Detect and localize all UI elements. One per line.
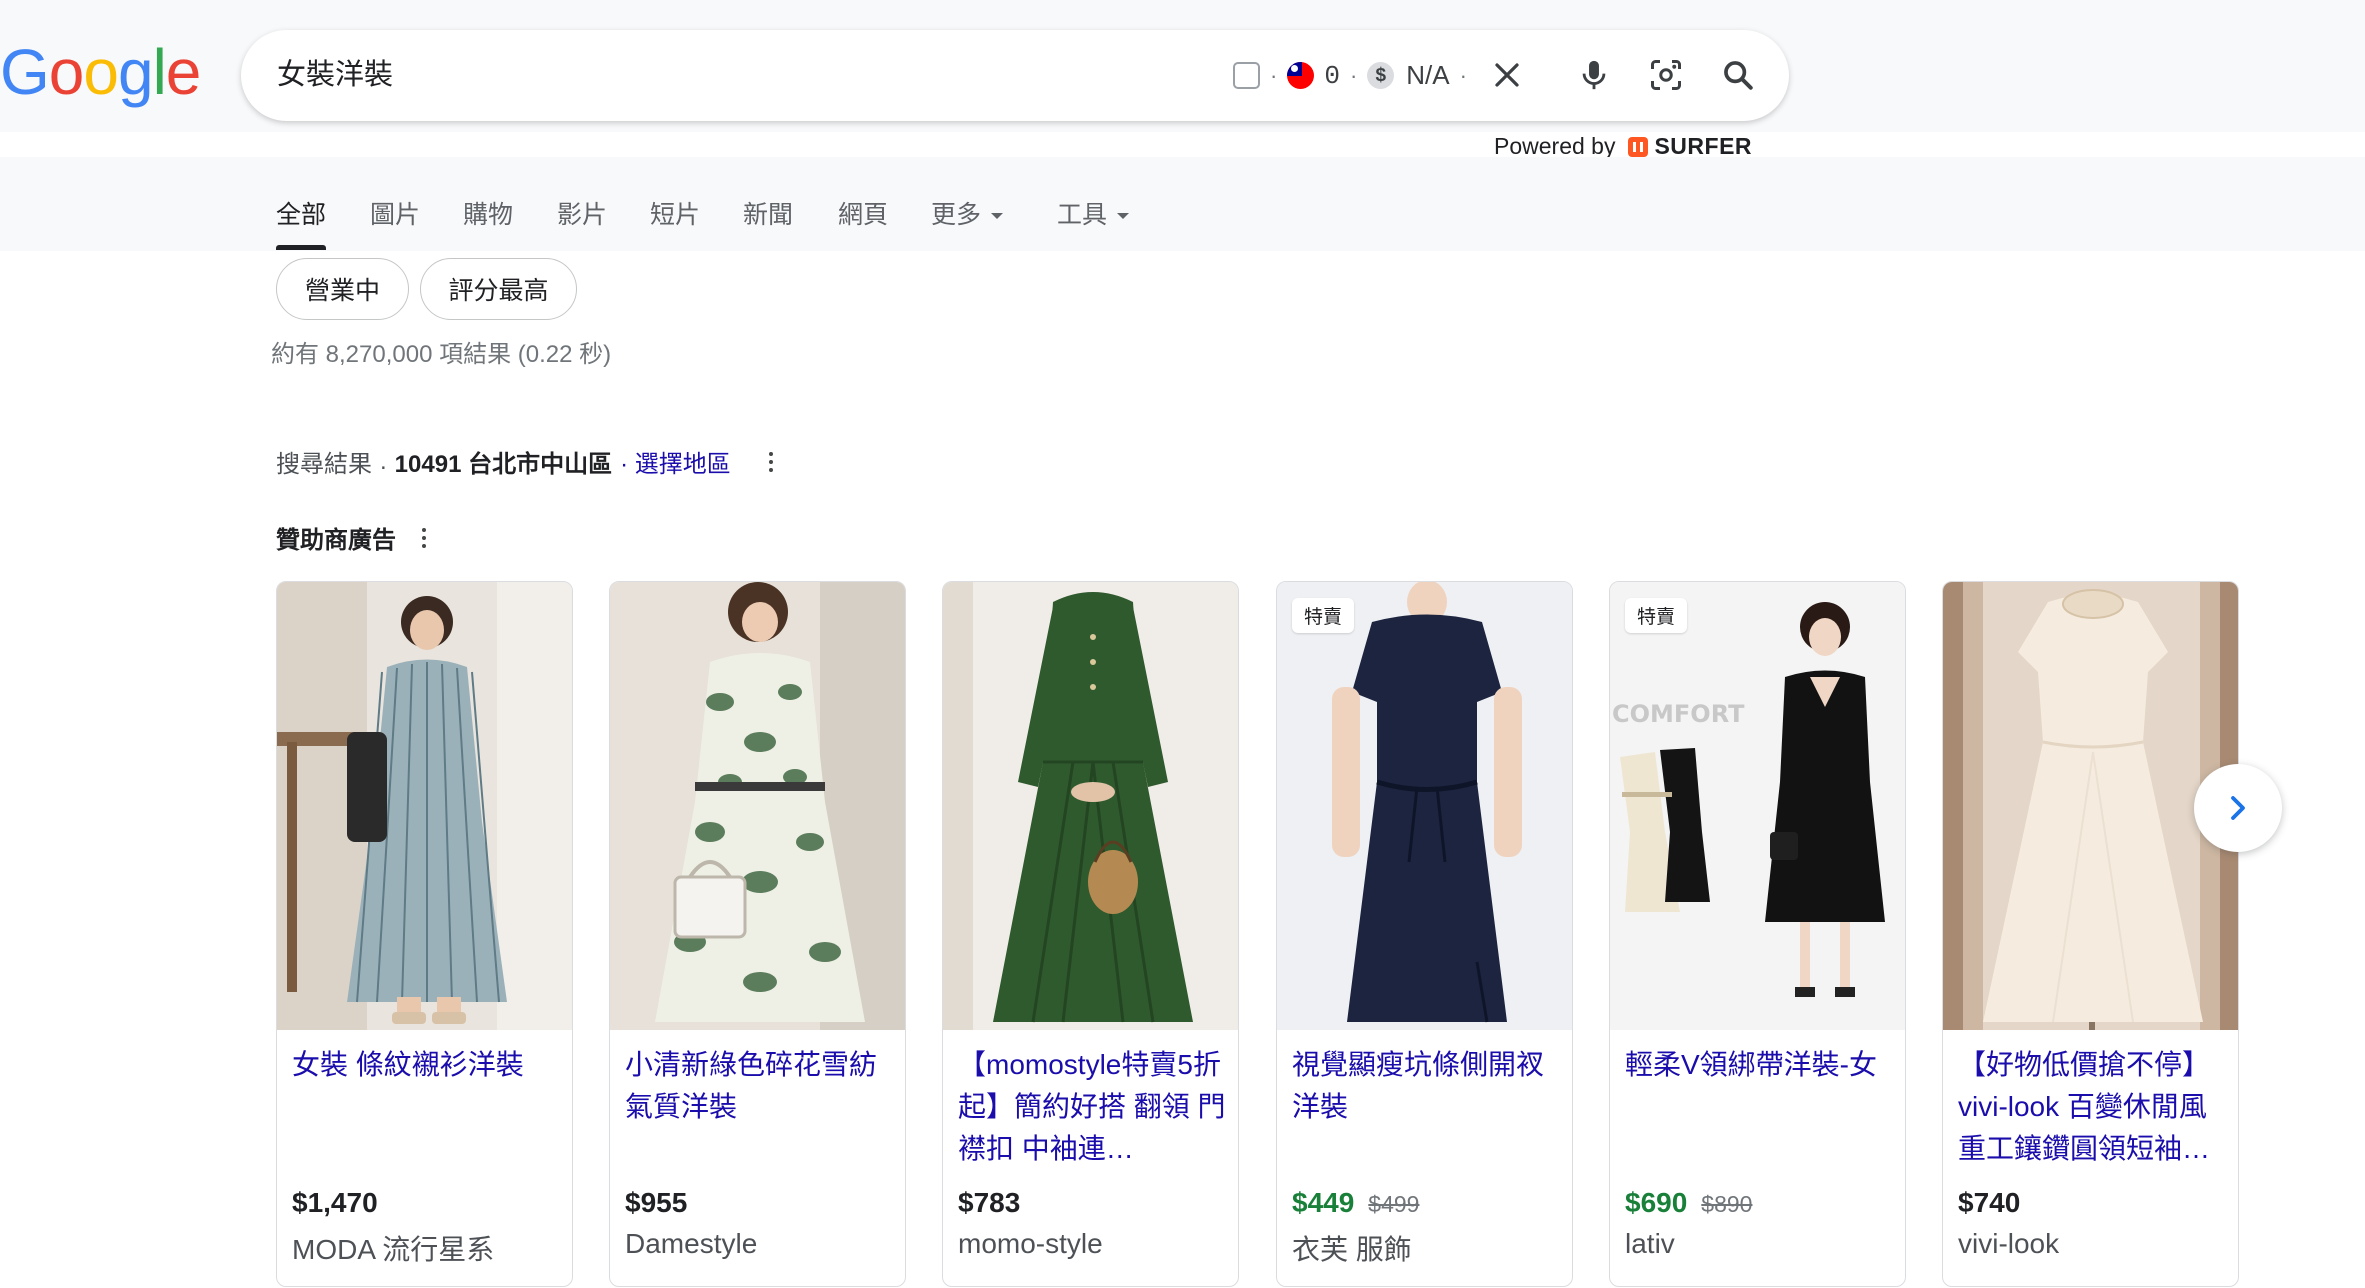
- extension-value: N/A: [1406, 60, 1450, 90]
- extension-checkbox[interactable]: [1233, 62, 1260, 89]
- extension-count: 0: [1324, 60, 1340, 91]
- camera-lens-icon: [1651, 60, 1681, 90]
- powered-by-label: Powered by: [1494, 133, 1616, 159]
- location-separator: .: [380, 447, 387, 475]
- tab-short-videos[interactable]: 短片: [650, 195, 700, 231]
- product-original-price: $890: [1701, 1191, 1753, 1217]
- carousel-next-button[interactable]: [2194, 764, 2282, 852]
- taiwan-flag-icon: [1287, 62, 1315, 89]
- product-card[interactable]: 【好物低價搶不停】vivi-look 百變休閒風 重工鑲鑽圓領短袖… $740 …: [1942, 581, 2239, 1287]
- product-card[interactable]: 小清新綠色碎花雪紡氣質洋裝 $955 Damestyle: [609, 581, 906, 1287]
- product-title[interactable]: 【好物低價搶不停】vivi-look 百變休閒風 重工鑲鑽圓領短袖…: [1958, 1044, 2228, 1170]
- product-price: $955: [625, 1187, 688, 1218]
- product-store: Damestyle: [625, 1228, 758, 1259]
- product-price: $690: [1625, 1187, 1688, 1218]
- product-image[interactable]: [277, 582, 572, 1030]
- product-card[interactable]: 女裝 條紋襯衫洋裝 $1,470 MODA 流行星系: [276, 581, 573, 1287]
- search-button[interactable]: [1715, 52, 1761, 98]
- product-title[interactable]: 女裝 條紋襯衫洋裝: [292, 1044, 562, 1086]
- location-prefix: 搜尋結果: [276, 451, 372, 478]
- tab-news[interactable]: 新聞: [743, 195, 793, 231]
- product-store: vivi-look: [1958, 1228, 2060, 1259]
- product-title[interactable]: 視覺顯瘦坑條側開衩洋裝: [1292, 1044, 1562, 1128]
- filter-chip-top-rated[interactable]: 評分最高: [420, 258, 577, 320]
- search-box[interactable]: 女裝洋裝 · 0 · $ N/A ·: [241, 30, 1789, 121]
- sponsored-label: 贊助商廣告: [276, 527, 396, 554]
- product-store: lativ: [1625, 1228, 1675, 1259]
- location-line: 搜尋結果 . 10491 台北市中山區 · 選擇地區: [276, 444, 773, 479]
- sponsored-header: 贊助商廣告: [276, 520, 426, 555]
- product-price: $740: [1958, 1187, 2021, 1218]
- product-card[interactable]: 特賣 視覺顯瘦坑條側開衩洋裝 $449 $499 衣芙 服飾: [1276, 581, 1573, 1287]
- caret-down-icon: [991, 213, 1004, 220]
- product-store: momo-style: [958, 1228, 1103, 1259]
- product-image[interactable]: [610, 582, 905, 1030]
- more-options-icon[interactable]: [768, 451, 773, 472]
- surfer-logo: SURFER: [1627, 133, 1752, 160]
- close-icon: [1495, 63, 1519, 87]
- product-image[interactable]: 特賣: [1277, 582, 1572, 1030]
- product-price: $783: [958, 1187, 1021, 1218]
- sale-badge: 特賣: [1292, 598, 1355, 633]
- product-store: MODA 流行星系: [292, 1234, 495, 1265]
- product-card[interactable]: COMFORT 特賣 輕柔V領綁帶洋裝-女 $690 $890 lativ: [1609, 581, 1906, 1287]
- filter-chip-open-now[interactable]: 營業中: [276, 258, 409, 320]
- tab-shopping[interactable]: 購物: [463, 195, 513, 231]
- surfer-brand: SURFER: [1654, 133, 1753, 159]
- search-input[interactable]: 女裝洋裝: [277, 30, 393, 121]
- product-original-price: $499: [1368, 1191, 1420, 1217]
- tab-videos[interactable]: 影片: [557, 195, 607, 231]
- powered-by-surfer: Powered by SURFER: [1494, 133, 1752, 160]
- product-price: $449: [1292, 1187, 1355, 1218]
- product-image[interactable]: [943, 582, 1238, 1030]
- product-image[interactable]: COMFORT 特賣: [1610, 582, 1905, 1030]
- tab-web[interactable]: 網頁: [838, 195, 888, 231]
- choose-area-link[interactable]: · 選擇地區: [620, 444, 731, 479]
- tab-tools[interactable]: 工具: [1057, 195, 1130, 231]
- clear-search-button[interactable]: [1484, 52, 1530, 98]
- chevron-right-icon: [2231, 796, 2245, 820]
- product-title[interactable]: 【momostyle特賣5折起】簡約好搭 翻領 門襟扣 中袖連…: [958, 1044, 1228, 1170]
- google-logo[interactable]: Google: [0, 36, 201, 108]
- product-title[interactable]: 輕柔V領綁帶洋裝-女: [1625, 1044, 1895, 1086]
- ad-options-icon[interactable]: [422, 527, 426, 548]
- surfer-logo-icon: [1628, 136, 1649, 157]
- tab-images[interactable]: 圖片: [370, 195, 420, 231]
- location-place: 10491 台北市中山區: [394, 451, 613, 478]
- product-card[interactable]: 【momostyle特賣5折起】簡約好搭 翻領 門襟扣 中袖連… $783 mo…: [942, 581, 1239, 1287]
- microphone-icon: [1582, 60, 1606, 90]
- product-title[interactable]: 小清新綠色碎花雪紡氣質洋裝: [625, 1044, 895, 1128]
- result-stats: 約有 8,270,000 項結果 (0.22 秒): [271, 341, 612, 368]
- lens-search-button[interactable]: [1643, 52, 1689, 98]
- surfer-extension-widget: · 0 · $ N/A ·: [1233, 30, 1477, 121]
- product-price: $1,470: [292, 1187, 378, 1218]
- sale-badge: 特賣: [1625, 598, 1688, 633]
- tab-more[interactable]: 更多: [931, 195, 1004, 231]
- active-tab-indicator: [276, 245, 326, 250]
- voice-search-button[interactable]: [1571, 52, 1617, 98]
- tab-all[interactable]: 全部: [276, 195, 326, 231]
- product-store: 衣芙 服飾: [1292, 1234, 1412, 1265]
- search-icon: [1724, 61, 1753, 90]
- dollar-icon: $: [1367, 62, 1395, 89]
- search-tabs: 全部 圖片 購物 影片 短片 新聞 網頁 更多 工具: [0, 157, 2365, 251]
- comfort-watermark: COMFORT: [1612, 700, 1745, 728]
- caret-down-icon: [1117, 213, 1130, 220]
